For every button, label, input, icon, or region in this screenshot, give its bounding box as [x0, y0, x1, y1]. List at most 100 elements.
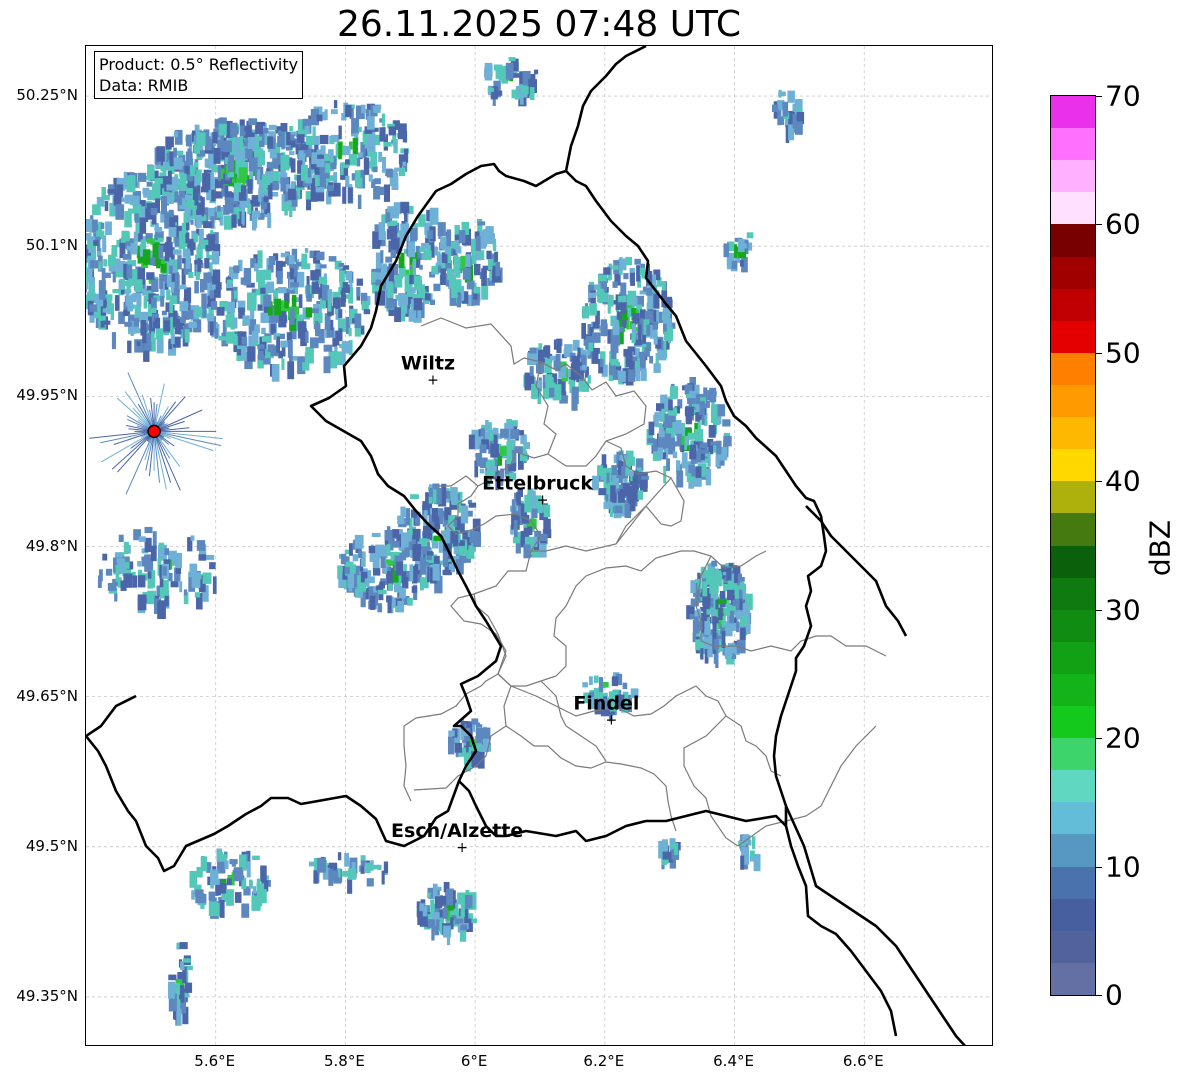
radar-echo-cell — [194, 306, 202, 318]
radar-echo-cell — [184, 287, 192, 303]
radar-echo-cell — [345, 270, 352, 281]
radar-echo-cell — [247, 346, 256, 362]
radar-echo-cell — [419, 557, 426, 575]
radar-echo-cell — [333, 182, 341, 197]
radar-echo-cell — [144, 526, 153, 534]
colorbar-tick — [1096, 352, 1102, 354]
radar-echo-cell — [386, 571, 392, 579]
radar-echo-cell — [447, 268, 453, 281]
radar-echo-cell — [234, 290, 237, 299]
radar-echo-cell — [234, 892, 242, 903]
radar-echo-cell — [256, 324, 260, 334]
radar-echo-cell — [723, 608, 730, 616]
radar-echo-cell — [378, 589, 387, 595]
radar-echo-cell — [223, 140, 232, 153]
colorbar-segment — [1051, 641, 1095, 674]
radar-echo-cell — [364, 578, 370, 587]
radar-map[interactable]: + Wiltz + Ettelbruck + Findel + Esch/Alzette — [85, 45, 993, 1046]
radar-echo-cell — [340, 553, 346, 565]
radar-echo-cell — [588, 342, 594, 352]
radar-echo-cell — [134, 279, 143, 292]
radar-echo-cell — [649, 355, 653, 364]
radar-echo-cell — [182, 958, 191, 963]
radar-echo-cell — [543, 518, 551, 533]
radar-echo-cell — [302, 362, 310, 371]
radar-echo-cell — [224, 860, 229, 869]
radar-echo-cell — [736, 610, 742, 620]
radar-echo-cell — [344, 566, 350, 575]
radar-echo-cell — [354, 313, 362, 329]
radar-echo-cell — [186, 199, 195, 206]
radar-echo-cell — [316, 114, 323, 122]
radar-echo-cell — [227, 301, 236, 313]
colorbar-segment — [1051, 223, 1095, 257]
radar-echo-cell — [103, 259, 108, 267]
radar-echo-cell — [369, 595, 376, 610]
colorbar-tick-label: 40 — [1105, 464, 1141, 498]
radar-echo-cell — [231, 214, 237, 228]
radar-echo-cell — [695, 404, 700, 412]
radar-echo-cell — [143, 190, 151, 198]
radar-echo-cell — [422, 906, 428, 917]
radar-echo-cell — [702, 581, 708, 597]
radar-echo-cell — [156, 146, 165, 162]
radar-echo-cell — [299, 144, 308, 150]
radar-echo-cell — [146, 238, 155, 244]
radar-echo-cell — [657, 349, 667, 361]
radar-echo-cell — [386, 544, 391, 556]
radar-echo-cell — [135, 306, 139, 318]
radar-echo-cell — [388, 583, 393, 590]
radar-echo-cell — [314, 135, 320, 145]
radar-echo-cell — [717, 404, 726, 417]
radar-echo-cell — [380, 250, 384, 263]
radar-echo-cell — [408, 308, 416, 322]
dbz-colorbar — [1050, 95, 1096, 996]
radar-echo-cell — [102, 553, 108, 561]
radar-echo-cell — [394, 307, 401, 322]
border-france-south — [86, 694, 137, 738]
colorbar-segment — [1051, 866, 1095, 899]
radar-echo-cell — [287, 188, 296, 200]
radar-echo-cell — [132, 195, 140, 206]
radar-echo-cell — [151, 570, 156, 588]
colorbar-tick-label: 60 — [1105, 207, 1141, 241]
product-info-box: Product: 0.5° Reflectivity Data: RMIB — [94, 51, 304, 99]
radar-echo-cell — [412, 535, 419, 540]
radar-echo-cell — [183, 212, 188, 223]
radar-echo-cell — [240, 277, 248, 285]
radar-echo-cell — [195, 271, 200, 281]
radar-echo-cell — [694, 616, 699, 623]
radar-echo-cell — [603, 501, 612, 509]
radar-echo-cell — [247, 292, 256, 311]
radar-echo-cell — [311, 282, 320, 294]
radar-echo-cell — [726, 589, 735, 601]
radar-echo-cell — [178, 285, 187, 290]
radar-echo-cell — [690, 580, 696, 594]
radar-echo-cell — [531, 383, 539, 399]
radar-echo-cell — [316, 251, 325, 261]
radar-echo-cell — [161, 196, 167, 215]
radar-echo-cell — [448, 736, 455, 755]
radar-echo-cell — [458, 230, 466, 244]
radar-echo-cell — [154, 178, 159, 186]
radar-echo-cell — [280, 340, 288, 348]
radar-echo-cell — [394, 167, 400, 172]
radar-echo-cell — [436, 489, 442, 499]
radar-echo-cell — [240, 131, 246, 136]
radar-echo-cell — [674, 842, 679, 856]
radar-echo-cell — [423, 250, 432, 261]
radar-echo-cell — [740, 259, 744, 267]
radar-echo-cell — [636, 265, 641, 282]
radar-echo-cell — [179, 301, 189, 312]
colorbar-tick-label: 20 — [1105, 721, 1141, 755]
radar-echo-cell — [193, 233, 199, 243]
colorbar-tick — [1096, 738, 1102, 740]
radar-echo-cell — [581, 381, 590, 392]
lat-tick-label: 49.5°N — [25, 836, 78, 855]
radar-echo-cell — [670, 415, 676, 422]
radar-echo-cell — [588, 676, 593, 685]
radar-echo-cell — [699, 401, 705, 415]
radar-echo-cell — [709, 579, 718, 594]
radar-echo-cell — [268, 124, 277, 131]
radar-echo-cell — [260, 287, 266, 294]
